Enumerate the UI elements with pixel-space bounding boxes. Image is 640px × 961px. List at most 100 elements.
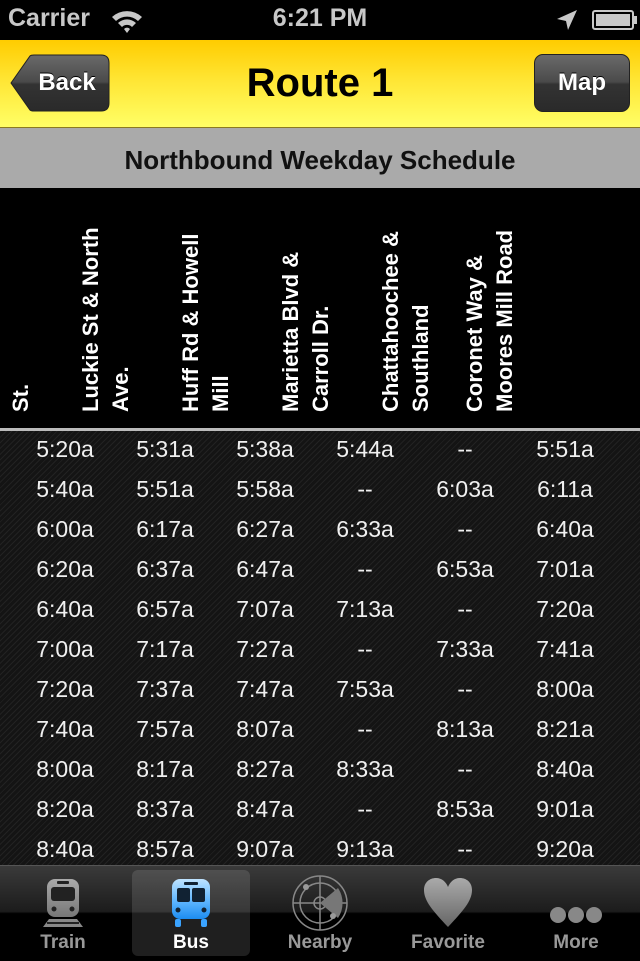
table-cell: 5:58a: [236, 476, 294, 502]
tab-bar: Train Bus Nearby Favorite More: [0, 865, 640, 961]
schedule-title: Northbound Weekday Schedule: [0, 128, 640, 188]
table-row[interactable]: 7:20a 7:37a 7:47a 7:53a -- 8:00a: [0, 671, 640, 711]
table-cell: 6:40a: [36, 596, 94, 622]
table-cell: 6:37a: [136, 556, 194, 582]
table-cell: 7:01a: [536, 556, 594, 582]
table-cell: 8:37a: [136, 796, 194, 822]
table-cell: 5:20a: [36, 436, 94, 462]
schedule-table[interactable]: 5:20a 5:31a 5:38a 5:44a -- 5:51a 5:40a 5:51a 5:5…: [0, 431, 640, 865]
table-cell: 5:51a: [136, 476, 194, 502]
table-cell: 7:47a: [236, 676, 294, 702]
table-cell: 5:51a: [536, 436, 594, 462]
table-cell: 8:07a: [236, 716, 294, 742]
table-cell: 7:20a: [36, 676, 94, 702]
tab-bus[interactable]: Bus: [132, 870, 250, 956]
table-cell: 6:47a: [236, 556, 294, 582]
table-cell: 8:33a: [336, 756, 394, 782]
table-cell: --: [357, 636, 373, 662]
navigation-bar: Route 1 Back Map: [0, 40, 640, 128]
table-cell: 8:00a: [536, 676, 594, 702]
table-cell: 8:21a: [536, 716, 594, 742]
bus-icon: [132, 876, 250, 930]
table-cell: 7:13a: [336, 596, 394, 622]
table-row[interactable]: 6:00a 6:17a 6:27a 6:33a -- 6:40a: [0, 511, 640, 551]
table-row[interactable]: 5:40a 5:51a 5:58a -- 6:03a 6:11a: [0, 471, 640, 511]
table-cell: 8:00a: [36, 756, 94, 782]
more-dots-icon: [517, 876, 635, 930]
table-cell: --: [457, 596, 473, 622]
table-cell: 6:20a: [36, 556, 94, 582]
back-button[interactable]: Back: [10, 54, 110, 112]
table-cell: 6:57a: [136, 596, 194, 622]
table-cell: 7:27a: [236, 636, 294, 662]
heart-icon: [389, 876, 507, 930]
table-cell: 9:07a: [236, 836, 294, 862]
table-cell: --: [357, 716, 373, 742]
table-cell: 8:57a: [136, 836, 194, 862]
table-row[interactable]: 8:20a 8:37a 8:47a -- 8:53a 9:01a: [0, 791, 640, 831]
table-cell: 9:20a: [536, 836, 594, 862]
tab-label: Favorite: [411, 932, 485, 953]
table-cell: --: [457, 516, 473, 542]
table-cell: --: [357, 556, 373, 582]
table-row[interactable]: 7:00a 7:17a 7:27a -- 7:33a 7:41a: [0, 631, 640, 671]
tab-more[interactable]: More: [517, 870, 635, 956]
table-cell: 7:40a: [36, 716, 94, 742]
table-cell: 8:40a: [536, 756, 594, 782]
table-cell: --: [457, 436, 473, 462]
table-cell: 8:13a: [436, 716, 494, 742]
table-cell: --: [357, 796, 373, 822]
status-bar: Carrier 6:21 PM: [0, 0, 640, 40]
table-cell: 7:57a: [136, 716, 194, 742]
table-cell: 5:38a: [236, 436, 294, 462]
table-cell: --: [457, 836, 473, 862]
table-cell: 6:27a: [236, 516, 294, 542]
table-cell: 7:20a: [536, 596, 594, 622]
column-headers: Alabama & Broad St. Luckie St & North Av…: [0, 188, 640, 428]
tab-train[interactable]: Train: [4, 870, 122, 956]
radar-icon: [261, 875, 379, 931]
table-cell: 7:07a: [236, 596, 294, 622]
location-arrow-icon: [555, 8, 579, 37]
table-cell: --: [357, 476, 373, 502]
table-cell: --: [457, 756, 473, 782]
table-cell: 8:40a: [36, 836, 94, 862]
table-cell: 5:31a: [136, 436, 194, 462]
table-row[interactable]: 8:40a 8:57a 9:07a 9:13a -- 9:20a: [0, 831, 640, 865]
table-cell: 8:47a: [236, 796, 294, 822]
table-cell: 9:01a: [536, 796, 594, 822]
tab-label: More: [553, 932, 599, 953]
table-row[interactable]: 5:20a 5:31a 5:38a 5:44a -- 5:51a: [0, 431, 640, 471]
table-cell: 8:53a: [436, 796, 494, 822]
table-cell: 7:41a: [536, 636, 594, 662]
table-cell: 7:53a: [336, 676, 394, 702]
table-cell: 6:33a: [336, 516, 394, 542]
table-cell: 8:17a: [136, 756, 194, 782]
back-button-label: Back: [38, 69, 96, 96]
tab-label: Train: [40, 932, 86, 953]
table-cell: 6:17a: [136, 516, 194, 542]
table-row[interactable]: 7:40a 7:57a 8:07a -- 8:13a 8:21a: [0, 711, 640, 751]
map-button[interactable]: Map: [534, 54, 630, 112]
table-row[interactable]: 6:20a 6:37a 6:47a -- 6:53a 7:01a: [0, 551, 640, 591]
table-cell: --: [457, 676, 473, 702]
status-time: 6:21 PM: [272, 4, 368, 32]
table-cell: 8:27a: [236, 756, 294, 782]
table-cell: 7:17a: [136, 636, 194, 662]
table-cell: 8:20a: [36, 796, 94, 822]
table-cell: 6:40a: [536, 516, 594, 542]
table-cell: 6:53a: [436, 556, 494, 582]
table-row[interactable]: 6:40a 6:57a 7:07a 7:13a -- 7:20a: [0, 591, 640, 631]
table-cell: 7:37a: [136, 676, 194, 702]
battery-icon: [592, 10, 640, 30]
tab-favorite[interactable]: Favorite: [389, 870, 507, 956]
table-cell: 9:13a: [336, 836, 394, 862]
table-cell: 6:11a: [537, 476, 593, 502]
tab-nearby[interactable]: Nearby: [261, 870, 379, 956]
table-cell: 6:00a: [36, 516, 94, 542]
tab-label: Nearby: [287, 932, 353, 953]
table-row[interactable]: 8:00a 8:17a 8:27a 8:33a -- 8:40a: [0, 751, 640, 791]
table-cell: 7:00a: [36, 636, 94, 662]
table-cell: 6:03a: [436, 476, 494, 502]
table-cell: 5:40a: [36, 476, 94, 502]
